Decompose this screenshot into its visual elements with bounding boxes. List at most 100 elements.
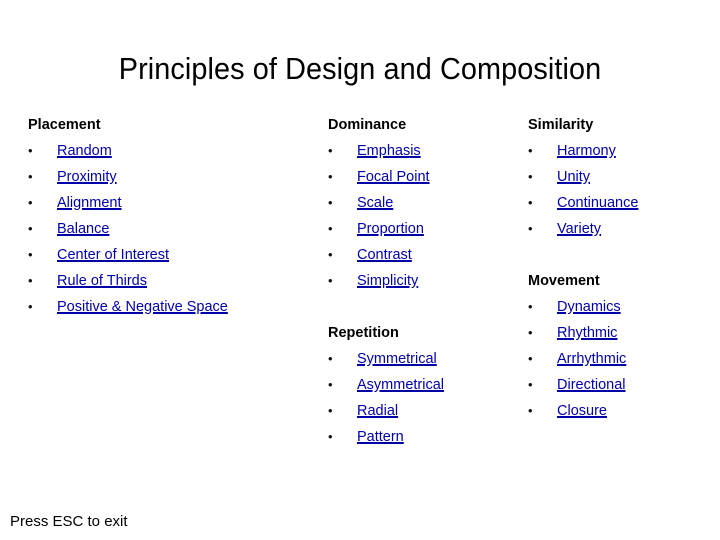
bullet-icon: • xyxy=(528,169,533,184)
list-item[interactable]: • Rule of Thirds xyxy=(28,268,318,294)
page-title: Principles of Design and Composition xyxy=(118,51,602,86)
group-heading: Repetition xyxy=(328,325,399,341)
bullet-list: • Random • Proximity • Alignment • Balance • Cent… xyxy=(28,138,318,320)
principle-link[interactable]: Random xyxy=(57,143,112,159)
list-item[interactable]: • Center of Interest xyxy=(28,242,318,268)
principle-link[interactable]: Simplicity xyxy=(357,273,418,289)
column-left: Placement • Random • Proximity • Alignment • Bal… xyxy=(28,112,318,320)
bullet-icon: • xyxy=(528,195,533,210)
list-item[interactable]: • Contrast xyxy=(328,242,518,268)
group-movement: Movement • Dynamics • Rhythmic • Arrhythmic • Di… xyxy=(528,268,713,424)
list-item[interactable]: • Harmony xyxy=(528,138,713,164)
bullet-icon: • xyxy=(28,195,33,210)
principle-link[interactable]: Positive & Negative Space xyxy=(57,299,228,315)
bullet-icon: • xyxy=(28,247,33,262)
list-item[interactable]: • Asymmetrical xyxy=(328,372,518,398)
column-middle: Dominance • Emphasis • Focal Point • Scale • Pro… xyxy=(328,112,518,450)
list-item[interactable]: • Alignment xyxy=(28,190,318,216)
list-item[interactable]: • Unity xyxy=(528,164,713,190)
principle-link[interactable]: Harmony xyxy=(557,143,616,159)
principle-link[interactable]: Scale xyxy=(357,195,393,211)
group-dominance: Dominance • Emphasis • Focal Point • Scale • Pro… xyxy=(328,112,518,294)
slide-canvas: { "slide": { "title": "Principles of Des… xyxy=(0,0,720,540)
bullet-icon: • xyxy=(328,247,333,262)
principle-link[interactable]: Asymmetrical xyxy=(357,377,444,393)
bullet-icon: • xyxy=(528,403,533,418)
principle-link[interactable]: Symmetrical xyxy=(357,351,437,367)
press-esc-hint: Press ESC to exit xyxy=(10,513,128,530)
principle-link[interactable]: Closure xyxy=(557,403,607,419)
group-heading: Placement xyxy=(28,117,101,133)
bullet-icon: • xyxy=(328,351,333,366)
bullet-icon: • xyxy=(28,221,33,236)
bullet-icon: • xyxy=(528,299,533,314)
group-placement: Placement • Random • Proximity • Alignment • Bal… xyxy=(28,112,318,320)
list-item[interactable]: • Simplicity xyxy=(328,268,518,294)
bullet-list: • Dynamics • Rhythmic • Arrhythmic • Directiona… xyxy=(528,294,713,424)
list-item[interactable]: • Focal Point xyxy=(328,164,518,190)
bullet-icon: • xyxy=(528,325,533,340)
principle-link[interactable]: Variety xyxy=(557,221,601,237)
list-item[interactable]: • Radial xyxy=(328,398,518,424)
bullet-icon: • xyxy=(528,143,533,158)
bullet-icon: • xyxy=(328,377,333,392)
bullet-icon: • xyxy=(28,299,33,314)
principle-link[interactable]: Emphasis xyxy=(357,143,421,159)
group-heading: Similarity xyxy=(528,117,594,133)
bullet-list: • Emphasis • Focal Point • Scale • Proportion • C… xyxy=(328,138,518,294)
list-item[interactable]: • Arrhythmic xyxy=(528,346,713,372)
group-repetition: Repetition • Symmetrical • Asymmetrical • Radi… xyxy=(328,320,518,450)
bullet-icon: • xyxy=(328,403,333,418)
list-item[interactable]: • Closure xyxy=(528,398,713,424)
bullet-icon: • xyxy=(28,273,33,288)
list-item[interactable]: • Random xyxy=(28,138,318,164)
list-item[interactable]: • Rhythmic xyxy=(528,320,713,346)
column-right: Similarity • Harmony • Unity • Continuance • Var… xyxy=(528,112,713,424)
bullet-icon: • xyxy=(328,221,333,236)
group-heading: Movement xyxy=(528,273,600,289)
list-item[interactable]: • Emphasis xyxy=(328,138,518,164)
principle-link[interactable]: Rhythmic xyxy=(557,325,617,341)
list-item[interactable]: • Balance xyxy=(28,216,318,242)
bullet-icon: • xyxy=(528,377,533,392)
principle-link[interactable]: Alignment xyxy=(57,195,121,211)
bullet-icon: • xyxy=(328,273,333,288)
bullet-list: • Harmony • Unity • Continuance • Variety xyxy=(528,138,713,242)
list-item[interactable]: • Directional xyxy=(528,372,713,398)
list-item[interactable]: • Proportion xyxy=(328,216,518,242)
principle-link[interactable]: Center of Interest xyxy=(57,247,169,263)
list-item[interactable]: • Continuance xyxy=(528,190,713,216)
principle-link[interactable]: Unity xyxy=(557,169,590,185)
principle-link[interactable]: Continuance xyxy=(557,195,638,211)
principle-link[interactable]: Focal Point xyxy=(357,169,430,185)
principle-link[interactable]: Proximity xyxy=(57,169,117,185)
principle-link[interactable]: Proportion xyxy=(357,221,424,237)
group-similarity: Similarity • Harmony • Unity • Continuance • Var… xyxy=(528,112,713,242)
principle-link[interactable]: Rule of Thirds xyxy=(57,273,147,289)
bullet-icon: • xyxy=(328,143,333,158)
bullet-icon: • xyxy=(28,169,33,184)
list-item[interactable]: • Variety xyxy=(528,216,713,242)
principle-link[interactable]: Pattern xyxy=(357,429,404,445)
list-item[interactable]: • Scale xyxy=(328,190,518,216)
bullet-icon: • xyxy=(328,429,333,444)
bullet-icon: • xyxy=(528,351,533,366)
bullet-list: • Symmetrical • Asymmetrical • Radial • Pattern xyxy=(328,346,518,450)
list-item[interactable]: • Pattern xyxy=(328,424,518,450)
principle-link[interactable]: Radial xyxy=(357,403,398,419)
principle-link[interactable]: Contrast xyxy=(357,247,412,263)
list-item[interactable]: • Proximity xyxy=(28,164,318,190)
principle-link[interactable]: Dynamics xyxy=(557,299,621,315)
principle-link[interactable]: Directional xyxy=(557,377,626,393)
bullet-icon: • xyxy=(528,221,533,236)
group-heading: Dominance xyxy=(328,117,407,133)
list-item[interactable]: • Positive & Negative Space xyxy=(28,294,318,320)
bullet-icon: • xyxy=(328,195,333,210)
bullet-icon: • xyxy=(28,143,33,158)
list-item[interactable]: • Symmetrical xyxy=(328,346,518,372)
principle-link[interactable]: Balance xyxy=(57,221,109,237)
principle-link[interactable]: Arrhythmic xyxy=(557,351,626,367)
list-item[interactable]: • Dynamics xyxy=(528,294,713,320)
